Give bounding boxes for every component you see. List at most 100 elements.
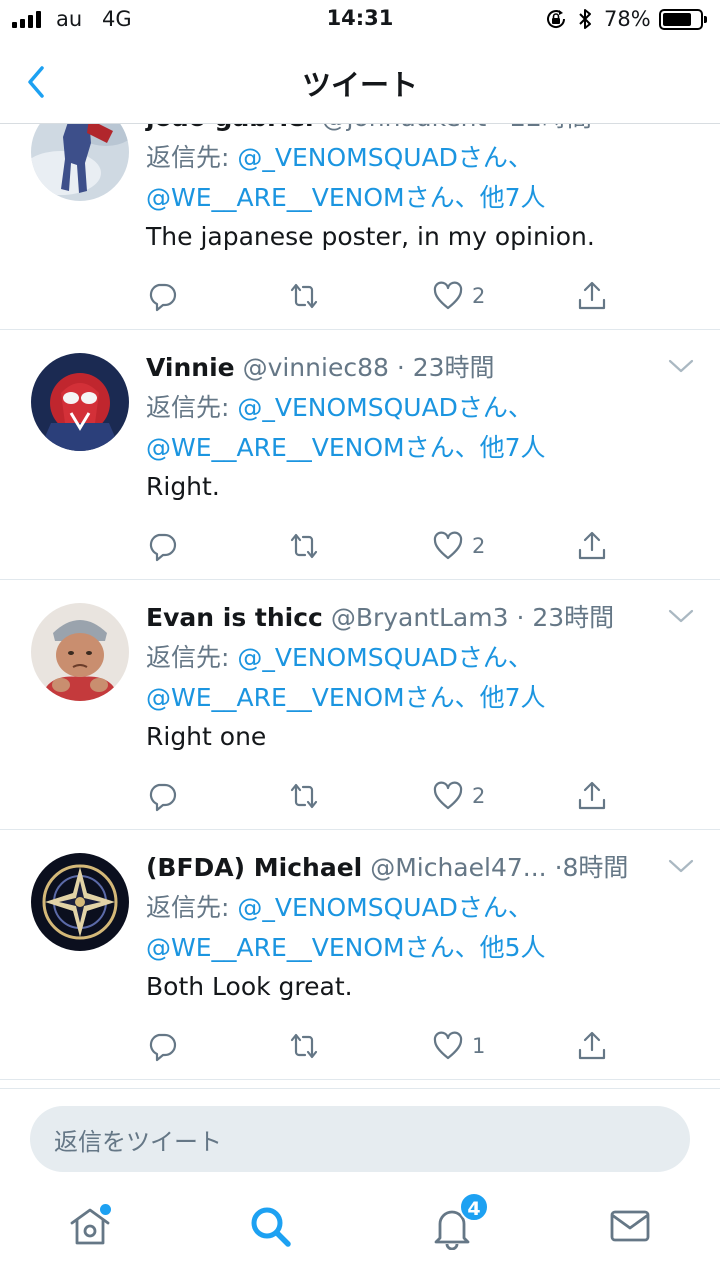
search-icon xyxy=(251,1207,291,1247)
tweet-time: ·8時間 xyxy=(554,853,629,882)
retweet-button[interactable] xyxy=(288,1026,320,1066)
reply-context: 返信先: @_VENOMSQUADさん、 @WE__ARE__VENOMさん、他… xyxy=(146,388,546,468)
chevron-down-icon[interactable] xyxy=(668,608,694,624)
reply-icon xyxy=(146,1030,178,1062)
avatar[interactable] xyxy=(31,353,129,451)
status-bar: au 4G 14:31 78% xyxy=(0,0,720,40)
share-button[interactable] xyxy=(576,276,608,316)
reply-button[interactable] xyxy=(146,276,178,316)
display-name[interactable]: Evan is thicc xyxy=(146,603,323,632)
reply-context: 返信先: @_VENOMSQUADさん、 @WE__ARE__VENOMさん、他… xyxy=(146,638,546,718)
tweet-text: The japanese poster, in my opinion. xyxy=(146,222,595,251)
reply-button[interactable] xyxy=(146,1026,178,1066)
mention-link[interactable]: @_VENOMSQUADさん、 xyxy=(237,393,533,422)
tweet-item[interactable]: Vinnie @vinniec88 · 23時間 返信先: @_VENOMSQU… xyxy=(0,330,720,580)
retweet-icon xyxy=(288,1030,320,1062)
battery-percentage: 78% xyxy=(604,7,651,31)
retweet-button[interactable] xyxy=(288,526,320,566)
tweet-text: Right. xyxy=(146,472,220,501)
retweet-icon xyxy=(288,530,320,562)
display-name[interactable]: joão gabriel xyxy=(146,124,314,132)
heart-icon xyxy=(432,280,464,312)
reply-context: 返信先: @_VENOMSQUADさん、 @WE__ARE__VENOMさん、他… xyxy=(146,888,546,968)
reply-input[interactable]: 返信をツイート xyxy=(30,1106,690,1172)
tweet-item[interactable]: (BFDA) Michael @Michael47... ·8時間 返信先: @… xyxy=(0,830,720,1080)
rotation-lock-icon xyxy=(547,10,566,28)
tweet-actions: 2 xyxy=(0,526,720,566)
reply-icon xyxy=(146,530,178,562)
like-button[interactable]: 2 xyxy=(432,526,485,566)
tweet-text: Right one xyxy=(146,722,267,751)
battery-icon xyxy=(659,9,707,30)
reply-button[interactable] xyxy=(146,776,178,816)
navigation-bar: ツイート xyxy=(0,40,720,124)
mention-link[interactable]: @WE__ARE__VENOMさん、他7人 xyxy=(146,183,546,212)
mention-link[interactable]: @WE__ARE__VENOMさん、他5人 xyxy=(146,933,546,962)
retweet-button[interactable] xyxy=(288,776,320,816)
user-handle: @Michael47... xyxy=(370,853,547,882)
tweet-header: Evan is thicc @BryantLam3 · 23時間 xyxy=(146,598,614,634)
tab-messages[interactable] xyxy=(606,1202,654,1250)
reply-label: 返信先: xyxy=(146,643,238,672)
reply-button[interactable] xyxy=(146,526,178,566)
like-count: 2 xyxy=(472,284,486,308)
share-icon xyxy=(576,530,608,562)
like-button[interactable]: 2 xyxy=(432,276,485,316)
tab-search[interactable] xyxy=(246,1202,294,1250)
reply-label: 返信先: xyxy=(146,393,238,422)
mention-link[interactable]: @_VENOMSQUADさん、 xyxy=(237,893,533,922)
avatar[interactable] xyxy=(31,603,129,701)
share-button[interactable] xyxy=(576,526,608,566)
avatar[interactable] xyxy=(31,853,129,951)
tweet-header: Vinnie @vinniec88 · 23時間 xyxy=(146,348,495,384)
like-count: 2 xyxy=(472,534,486,558)
chevron-down-icon[interactable] xyxy=(668,858,694,874)
share-icon xyxy=(576,280,608,312)
heart-icon xyxy=(432,1030,464,1062)
like-count: 2 xyxy=(472,784,486,808)
share-icon xyxy=(576,780,608,812)
mention-link[interactable]: @_VENOMSQUADさん、 xyxy=(237,643,533,672)
share-button[interactable] xyxy=(576,776,608,816)
reply-label: 返信先: xyxy=(146,143,238,172)
messages-icon xyxy=(610,1210,650,1242)
tweet-header: joão gabriel @johnadkent · 22時間 xyxy=(146,124,592,134)
chevron-down-icon[interactable] xyxy=(668,358,694,374)
display-name[interactable]: Vinnie xyxy=(146,353,235,382)
tweet-actions: 2 xyxy=(0,276,720,316)
user-handle: @BryantLam3 xyxy=(330,603,509,632)
user-handle: @johnadkent xyxy=(322,124,487,132)
tweet-actions: 1 xyxy=(0,1026,720,1066)
mention-link[interactable]: @_VENOMSQUADさん、 xyxy=(237,143,533,172)
like-button[interactable]: 1 xyxy=(432,1026,485,1066)
retweet-button[interactable] xyxy=(288,276,320,316)
tweet-thread: joão gabriel @johnadkent · 22時間 返信先: @_V… xyxy=(0,124,720,1080)
tweet-item[interactable]: Evan is thicc @BryantLam3 · 23時間 返信先: @_… xyxy=(0,580,720,830)
avatar[interactable] xyxy=(31,124,129,201)
reply-composer: 返信をツイート xyxy=(0,1088,720,1192)
tweet-header: (BFDA) Michael @Michael47... ·8時間 xyxy=(146,848,628,884)
like-count: 1 xyxy=(472,1034,486,1058)
display-name[interactable]: (BFDA) Michael xyxy=(146,853,362,882)
mention-link[interactable]: @WE__ARE__VENOMさん、他7人 xyxy=(146,683,546,712)
tweet-time: · 22時間 xyxy=(494,124,592,132)
mention-link[interactable]: @WE__ARE__VENOMさん、他7人 xyxy=(146,433,546,462)
share-icon xyxy=(576,1030,608,1062)
retweet-icon xyxy=(288,780,320,812)
page-title: ツイート xyxy=(301,68,418,102)
reply-icon xyxy=(146,280,178,312)
like-button[interactable]: 2 xyxy=(432,776,485,816)
bluetooth-icon xyxy=(579,9,591,29)
reply-label: 返信先: xyxy=(146,893,238,922)
retweet-icon xyxy=(288,280,320,312)
reply-context: 返信先: @_VENOMSQUADさん、 @WE__ARE__VENOMさん、他… xyxy=(146,138,546,218)
reply-icon xyxy=(146,780,178,812)
share-button[interactable] xyxy=(576,1026,608,1066)
user-handle: @vinniec88 xyxy=(242,353,389,382)
tweet-text: Both Look great. xyxy=(146,972,353,1001)
tweet-item[interactable]: joão gabriel @johnadkent · 22時間 返信先: @_V… xyxy=(0,124,720,330)
tab-bar: 4 xyxy=(0,1192,720,1280)
home-unread-dot xyxy=(100,1204,111,1215)
notification-badge: 4 xyxy=(459,1192,489,1222)
tweet-time: · 23時間 xyxy=(516,603,615,632)
